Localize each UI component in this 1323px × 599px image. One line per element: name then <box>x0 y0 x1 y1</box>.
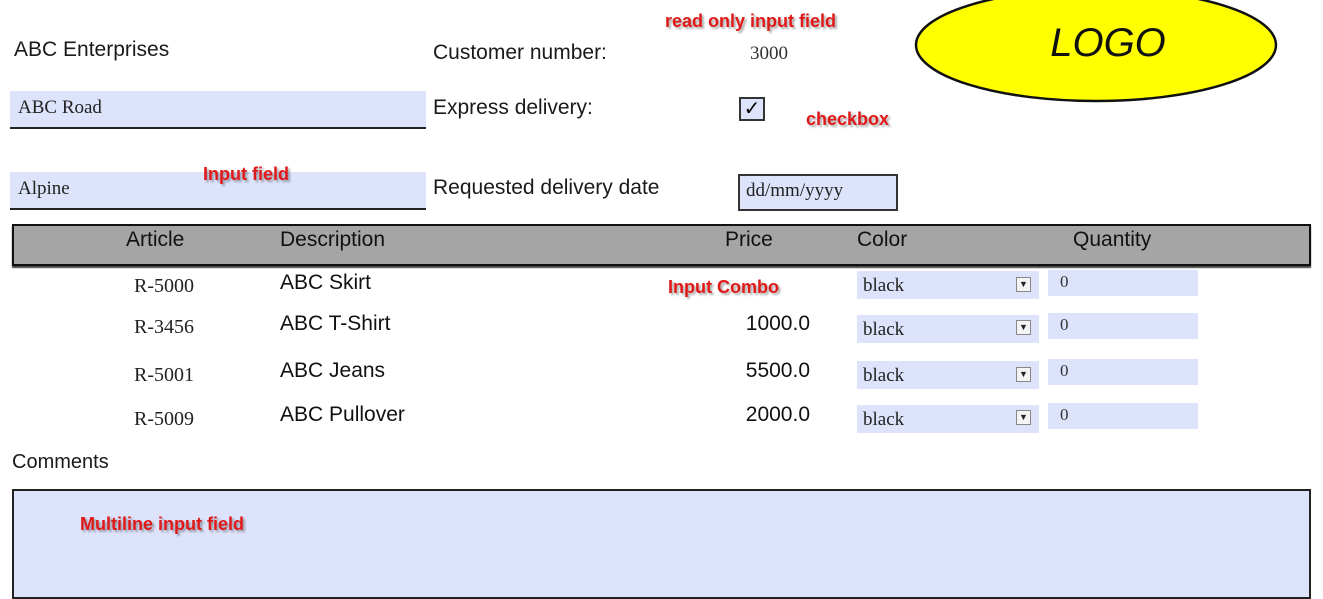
quantity-input[interactable]: 0 <box>1048 313 1198 339</box>
color-combo[interactable]: black <box>857 315 1039 343</box>
customer-number-value: 3000 <box>750 43 788 64</box>
column-header-quantity: Quantity <box>1073 228 1152 251</box>
quantity-input[interactable]: 0 <box>1048 403 1198 429</box>
column-header-description: Description <box>280 228 386 251</box>
description-cell: ABC T-Shirt <box>280 312 391 335</box>
express-delivery-label: Express delivery: <box>433 96 593 119</box>
logo-image: LOGO <box>914 0 1278 103</box>
comments-textarea[interactable] <box>12 489 1311 599</box>
dropdown-arrow-icon[interactable]: ▼ <box>1016 367 1031 382</box>
column-header-color: Color <box>857 228 908 251</box>
table-row: R-3456 ABC T-Shirt 1000.0 black ▼ 0 <box>0 307 1323 347</box>
dropdown-arrow-icon[interactable]: ▼ <box>1016 320 1031 335</box>
article-cell: R-5009 <box>134 408 194 430</box>
description-cell: ABC Jeans <box>280 359 386 382</box>
delivery-date-label: Requested delivery date <box>433 176 660 199</box>
delivery-date-input[interactable]: dd/mm/yyyy <box>738 174 898 211</box>
description-cell: ABC Pullover <box>280 403 405 426</box>
table-row: R-5000 ABC Skirt black ▼ 0 <box>0 266 1323 306</box>
express-delivery-checkbox[interactable]: ✓ <box>739 97 765 121</box>
article-cell: R-5000 <box>134 275 194 297</box>
price-cell: 1000.0 <box>745 312 810 335</box>
logo-text: LOGO <box>1050 21 1166 65</box>
table-row: R-5001 ABC Jeans 5500.0 black ▼ 0 <box>0 352 1323 392</box>
street-input[interactable]: ABC Road <box>10 91 426 129</box>
annotation-input-field: Input field <box>203 164 289 184</box>
quantity-input[interactable]: 0 <box>1048 359 1198 385</box>
column-header-price: Price <box>725 228 773 251</box>
price-cell: 2000.0 <box>745 403 810 426</box>
checkmark-icon: ✓ <box>743 98 761 120</box>
annotation-checkbox: checkbox <box>806 109 890 129</box>
annotation-multiline: Multiline input field <box>80 514 244 534</box>
dropdown-arrow-icon[interactable]: ▼ <box>1016 277 1031 292</box>
color-combo[interactable]: black <box>857 271 1039 299</box>
color-combo[interactable]: black <box>857 405 1039 433</box>
article-cell: R-3456 <box>134 316 194 338</box>
table-row: R-5009 ABC Pullover 2000.0 black ▼ 0 <box>0 396 1323 436</box>
article-cell: R-5001 <box>134 364 194 386</box>
color-combo[interactable]: black <box>857 361 1039 389</box>
customer-number-label: Customer number: <box>433 41 607 64</box>
description-cell: ABC Skirt <box>280 271 372 294</box>
column-header-article: Article <box>126 228 185 251</box>
comments-label: Comments <box>12 451 109 473</box>
company-name: ABC Enterprises <box>14 38 170 61</box>
annotation-input-combo: Input Combo <box>668 277 779 297</box>
annotation-read-only: read only input field <box>665 11 837 31</box>
price-cell: 5500.0 <box>745 359 810 382</box>
quantity-input[interactable]: 0 <box>1048 270 1198 296</box>
dropdown-arrow-icon[interactable]: ▼ <box>1016 410 1031 425</box>
